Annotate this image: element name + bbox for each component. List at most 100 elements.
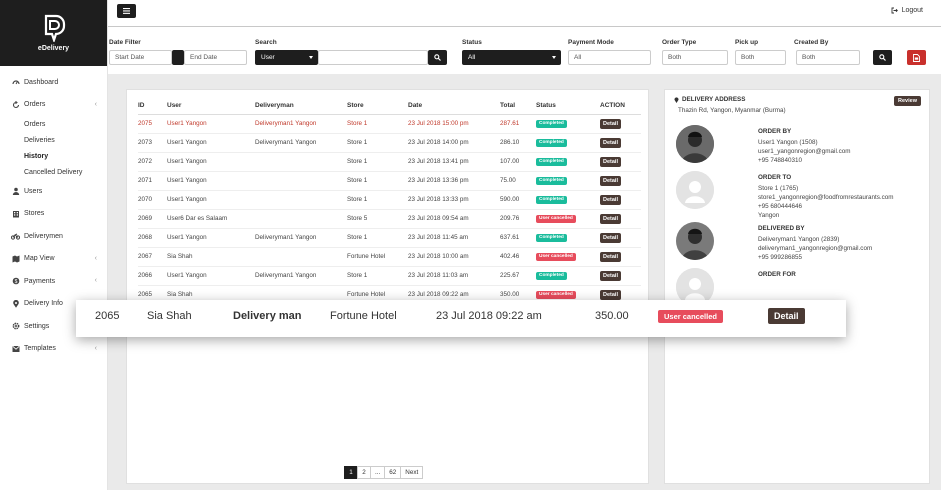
chevron-left-icon: ‹: [94, 254, 97, 262]
page-button-62[interactable]: 62: [384, 466, 402, 479]
sidebar-subitem-history[interactable]: History: [0, 148, 107, 164]
zoom-row-detail-button[interactable]: Detail: [768, 308, 805, 324]
search-input[interactable]: [318, 50, 428, 65]
store-icon: [11, 209, 20, 218]
pickup-select[interactable]: Both: [735, 50, 786, 65]
cell-total: 225.67: [500, 266, 536, 286]
table-row[interactable]: 2070 User1 Yangon Store 1 23 Jul 2018 13:33…: [138, 190, 641, 210]
order-for-info: ORDER FOR: [758, 270, 796, 281]
sidebar-item-payments[interactable]: $ Payments ‹: [0, 270, 107, 293]
detail-button[interactable]: Detail: [600, 194, 621, 205]
search-type-select[interactable]: User: [255, 50, 318, 65]
detail-button[interactable]: Detail: [600, 118, 621, 129]
sidebar-item-deliverymen[interactable]: Deliverymen: [0, 225, 107, 248]
cell-date: 23 Jul 2018 13:41 pm: [408, 152, 500, 172]
cell-date: 23 Jul 2018 15:00 pm: [408, 114, 500, 134]
detail-button[interactable]: Detail: [600, 270, 621, 281]
detail-button[interactable]: Detail: [600, 213, 621, 224]
table-row[interactable]: 2068 User1 Yangon Deliveryman1 Yangon Store…: [138, 228, 641, 248]
logout-label: Logout: [901, 7, 923, 14]
detail-button[interactable]: Detail: [600, 232, 621, 243]
cell-date: 23 Jul 2018 11:45 am: [408, 228, 500, 248]
column-header-date[interactable]: Date: [408, 97, 500, 115]
table-row[interactable]: 2067 Sia Shah Fortune Hotel 23 Jul 2018 10:…: [138, 247, 641, 267]
menu-toggle-button[interactable]: [117, 4, 136, 18]
review-button[interactable]: Review: [894, 96, 921, 106]
created-by-select[interactable]: Both: [796, 50, 860, 65]
cell-user: Sia Shah: [167, 247, 255, 267]
cell-deliveryman: Deliveryman1 Yangon: [255, 133, 347, 153]
cell-store: Store 1: [347, 228, 408, 248]
detail-button[interactable]: Detail: [600, 175, 621, 186]
start-date-input[interactable]: Start Date: [109, 50, 172, 65]
sidebar-item-stores[interactable]: Stores: [0, 203, 107, 226]
delivered-by-email: deliveryman1_yangonregion@gmail.com: [758, 245, 873, 252]
cell-action: Detail: [600, 152, 641, 172]
sidebar-item-orders[interactable]: Orders ‹: [0, 94, 107, 117]
delivered-by-phone: +95 999286855: [758, 254, 802, 261]
order-type-select[interactable]: Both: [662, 50, 728, 65]
column-header-store[interactable]: Store: [347, 97, 408, 115]
table-row[interactable]: 2073 User1 Yangon Deliveryman1 Yangon Store…: [138, 133, 641, 153]
cell-date: 23 Jul 2018 13:33 pm: [408, 190, 500, 210]
status-badge: Completed: [536, 176, 567, 185]
next-page-button[interactable]: Next: [400, 466, 424, 479]
table-row[interactable]: 2075 User1 Yangon Deliveryman1 Yangon Store…: [138, 114, 641, 134]
order-type-label: Order Type: [662, 39, 697, 46]
sidebar-item-map-view[interactable]: Map View ‹: [0, 248, 107, 271]
table-row[interactable]: 2071 User1 Yangon Store 1 23 Jul 2018 13:36…: [138, 171, 641, 191]
date-filter-label: Date Filter: [109, 39, 141, 46]
status-label: Status: [462, 39, 482, 46]
pickup-label: Pick up: [735, 39, 759, 46]
status-badge: Completed: [536, 271, 567, 280]
column-header-status[interactable]: Status: [536, 97, 600, 115]
detail-button[interactable]: Detail: [600, 251, 621, 262]
detail-button[interactable]: Detail: [600, 156, 621, 167]
sidebar-item-templates[interactable]: Templates ‹: [0, 338, 107, 361]
sidebar-item-label: Settings: [24, 322, 50, 330]
status-select[interactable]: All: [462, 50, 561, 65]
cell-status: Completed: [536, 171, 600, 191]
logout-button[interactable]: Logout: [891, 7, 923, 14]
avatar: [676, 171, 714, 209]
sidebar-subitem-deliveries[interactable]: Deliveries: [0, 132, 107, 148]
delivered-by-info: DELIVERED BY Deliveryman1 Yangon (2839) …: [758, 224, 872, 262]
cell-total: 75.00: [500, 171, 536, 191]
column-header-deliveryman[interactable]: Deliveryman: [255, 97, 347, 115]
delivered-by-name: Deliveryman1 Yangon (2839): [758, 236, 840, 243]
chevron-left-icon: ‹: [94, 344, 97, 352]
zoom-row-status-badge: User cancelled: [658, 310, 723, 323]
search-icon: [434, 54, 441, 61]
payment-mode-select[interactable]: All: [568, 50, 651, 65]
cell-user: User1 Yangon: [167, 171, 255, 191]
detail-button[interactable]: Detail: [600, 289, 621, 300]
table-row[interactable]: 2072 User1 Yangon Store 1 23 Jul 2018 13:41…: [138, 152, 641, 172]
cell-total: 209.76: [500, 209, 536, 229]
table-row[interactable]: 2069 User6 Dar es Salaam Store 5 23 Jul 201…: [138, 209, 641, 229]
table-row[interactable]: 2066 User1 Yangon Deliveryman1 Yangon Store…: [138, 266, 641, 286]
sidebar-subitem-orders[interactable]: Orders: [0, 116, 107, 132]
svg-text:$: $: [14, 279, 17, 285]
sidebar-item-users[interactable]: Users: [0, 180, 107, 203]
person-photo-icon: [676, 222, 714, 260]
search-button[interactable]: [428, 50, 447, 65]
zoom-row-total: 350.00: [595, 310, 629, 322]
end-date-input[interactable]: End Date: [184, 50, 247, 65]
column-header-action: ACTION: [600, 97, 641, 115]
export-pdf-button[interactable]: [907, 50, 926, 65]
column-header-total[interactable]: Total: [500, 97, 536, 115]
sidebar-subitem-cancelled-delivery[interactable]: Cancelled Delivery: [0, 164, 107, 180]
brand[interactable]: eDelivery: [0, 0, 107, 66]
person-photo-icon: [676, 125, 714, 163]
cell-user: User1 Yangon: [167, 228, 255, 248]
column-header-id[interactable]: ID: [138, 97, 167, 115]
order-to-phone: +95 680444646: [758, 203, 802, 210]
column-header-user[interactable]: User: [167, 97, 255, 115]
cell-total: 286.10: [500, 133, 536, 153]
page-button-2[interactable]: 2: [357, 466, 371, 479]
filter-search-button[interactable]: [873, 50, 892, 65]
sidebar-item-dashboard[interactable]: Dashboard: [0, 71, 107, 94]
status-badge: User cancelled: [536, 290, 576, 299]
detail-button[interactable]: Detail: [600, 137, 621, 148]
page-button-1[interactable]: 1: [344, 466, 358, 479]
